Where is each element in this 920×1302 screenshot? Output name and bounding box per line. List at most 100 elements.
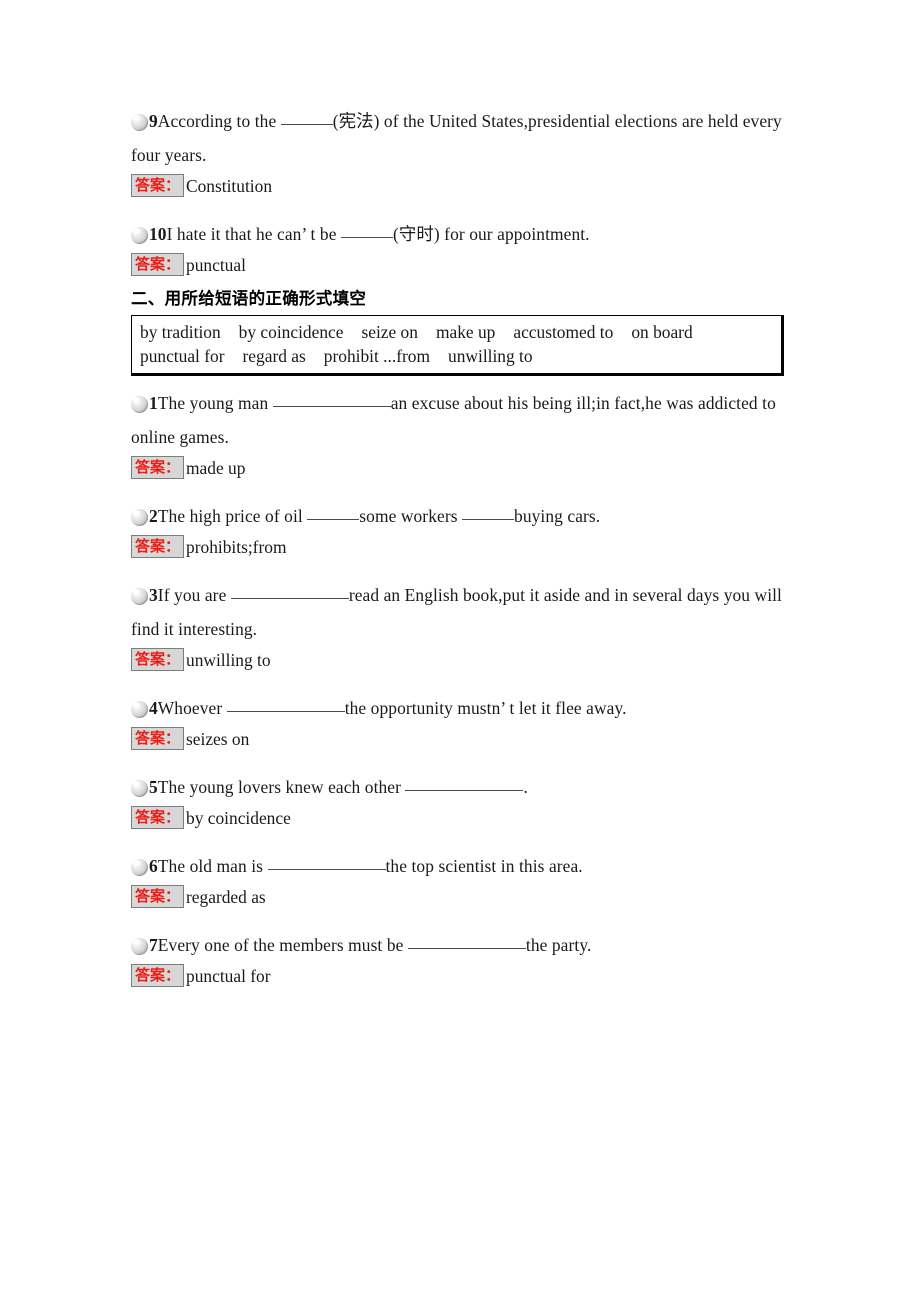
phrase-item: seize on [361, 322, 418, 342]
question-stem-part1: Every one of the members must be [157, 935, 408, 955]
answer-label-badge: 答案： [131, 456, 185, 479]
answer-label-badge: 答案： [131, 727, 185, 750]
answer-blank [405, 778, 524, 791]
answer-row-s2-6: 答案： regarded as [131, 882, 800, 912]
answer-label-badge: 答案： [131, 253, 185, 276]
question-stem-part1: The young lovers knew each other [157, 777, 406, 797]
question-block-9: 9According to the (宪法) of the United Sta… [131, 104, 800, 201]
phrase-item: prohibit ...from [323, 346, 431, 366]
bullet-icon [131, 938, 148, 955]
phrase-item: by tradition [140, 322, 221, 342]
answer-value: punctual for [186, 966, 271, 986]
question-text-s2-6: 6The old man is the top scientist in thi… [131, 849, 800, 883]
bullet-icon [131, 588, 148, 605]
question-block-s2-7: 7Every one of the members must be the pa… [131, 928, 800, 991]
question-text-s2-3: 3If you are read an English book,put it … [131, 578, 800, 646]
phrase-item: punctual for [140, 346, 225, 366]
answer-blank [267, 857, 386, 870]
answer-blank [340, 225, 393, 238]
question-stem-part2: the party. [525, 935, 592, 955]
question-number: 10 [149, 224, 167, 244]
answer-label-badge: 答案： [131, 964, 185, 987]
answer-value: by coincidence [186, 808, 291, 828]
question-stem-part1: If you are [157, 585, 231, 605]
answer-value: regarded as [186, 887, 266, 907]
answer-value: punctual [186, 255, 246, 275]
question-block-s2-1: 1The young man an excuse about his being… [131, 386, 800, 483]
answer-row-s2-7: 答案： punctual for [131, 961, 800, 991]
phrase-bank-row-2: punctual for regard as prohibit ...from unw… [140, 344, 773, 368]
bullet-icon [131, 114, 148, 131]
question-block-s2-2: 2The high price of oil some workers buyi… [131, 499, 800, 562]
question-stem-part1: The old man is [157, 856, 268, 876]
question-stem-part1: The high price of oil [157, 506, 308, 526]
answer-value: prohibits;from [186, 537, 287, 557]
answer-label-badge: 答案： [131, 806, 185, 829]
question-block-s2-3: 3If you are read an English book,put it … [131, 578, 800, 675]
question-number: 2 [149, 506, 158, 526]
answer-row-s2-3: 答案： unwilling to [131, 645, 800, 675]
answer-row-s2-1: 答案： made up [131, 453, 800, 483]
question-text-9: 9According to the (宪法) of the United Sta… [131, 104, 800, 172]
answer-label-badge: 答案： [131, 885, 185, 908]
answer-blank [407, 936, 526, 949]
worksheet-page: 9According to the (宪法) of the United Sta… [0, 0, 920, 1302]
question-text-s2-7: 7Every one of the members must be the pa… [131, 928, 800, 962]
question-number: 5 [149, 777, 158, 797]
section-heading-two: 二、用所给短语的正确形式填空 [131, 289, 367, 308]
phrase-item: unwilling to [448, 346, 533, 366]
answer-row-10: 答案： punctual [131, 250, 800, 280]
answer-label-badge: 答案： [131, 648, 185, 671]
answer-blank [462, 507, 515, 520]
question-number: 9 [149, 111, 158, 131]
question-number: 3 [149, 585, 158, 605]
answer-blank [230, 586, 349, 599]
phrase-bank-box: by tradition by coincidence seize on make u… [131, 315, 784, 376]
answer-value: made up [186, 458, 246, 478]
question-number: 6 [149, 856, 158, 876]
answer-value: seizes on [186, 729, 250, 749]
answer-blank [280, 112, 333, 125]
question-stem-part1: The young man [157, 393, 273, 413]
question-stem-part1: Whoever [157, 698, 227, 718]
answer-value: Constitution [186, 176, 273, 196]
answer-row-9: 答案： Constitution [131, 171, 800, 201]
question-stem-part2: the top scientist in this area. [385, 856, 583, 876]
answer-blank [307, 507, 360, 520]
question-block-s2-5: 5The young lovers knew each other . 答案： b… [131, 770, 800, 833]
answer-blank [226, 699, 345, 712]
bullet-icon [131, 227, 148, 244]
answer-row-s2-5: 答案： by coincidence [131, 803, 800, 833]
question-stem-part1: I hate it that he can’ t be [166, 224, 341, 244]
question-stem-part1: According to the [157, 111, 281, 131]
phrase-item: on board [631, 322, 693, 342]
answer-row-s2-4: 答案： seizes on [131, 724, 800, 754]
phrase-bank-row-1: by tradition by coincidence seize on make u… [140, 320, 773, 344]
bullet-icon [131, 859, 148, 876]
answer-row-s2-2: 答案： prohibits;from [131, 532, 800, 562]
question-number: 7 [149, 935, 158, 955]
question-block-10: 10I hate it that he can’ t be (守时) for o… [131, 217, 800, 280]
question-text-s2-4: 4Whoever the opportunity mustn’ t let it… [131, 691, 800, 725]
question-stem-part2: . [523, 777, 528, 797]
phrase-item: make up [435, 322, 496, 342]
question-stem-part2: the opportunity mustn’ t let it flee awa… [344, 698, 627, 718]
question-number: 4 [149, 698, 158, 718]
answer-blank [272, 394, 391, 407]
phrase-item: regard as [242, 346, 306, 366]
answer-label-badge: 答案： [131, 535, 185, 558]
question-stem-part2: for our appointment. [439, 224, 590, 244]
question-text-s2-2: 2The high price of oil some workers buyi… [131, 499, 800, 533]
bullet-icon [131, 396, 148, 413]
question-hint: (守时) [392, 224, 440, 244]
question-block-s2-4: 4Whoever the opportunity mustn’ t let it… [131, 691, 800, 754]
phrase-item: accustomed to [513, 322, 614, 342]
question-hint: (宪法) [332, 111, 380, 131]
